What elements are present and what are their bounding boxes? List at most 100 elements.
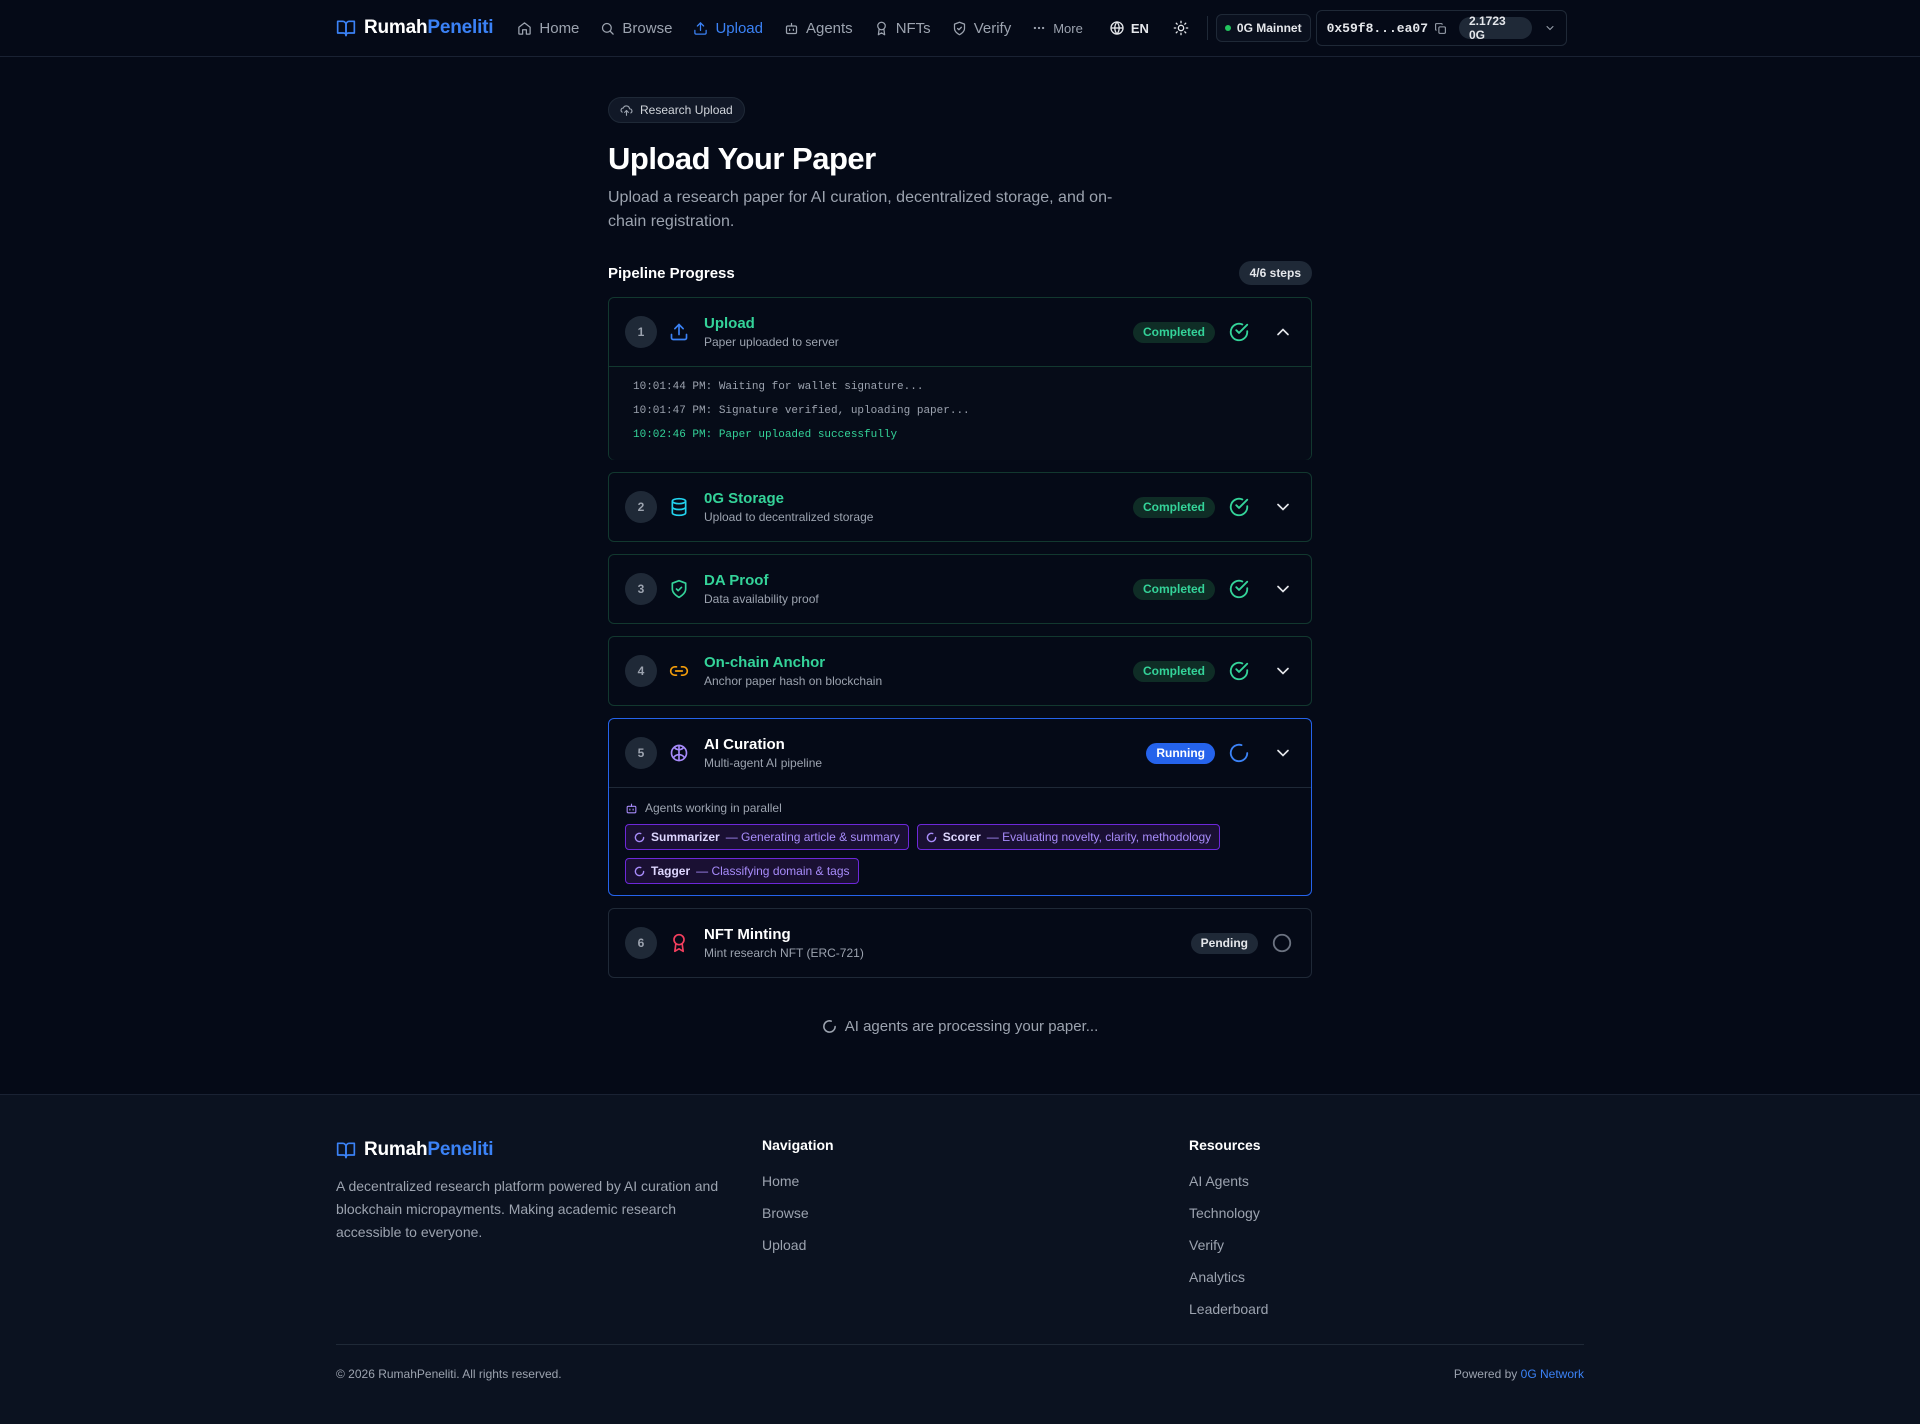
spinner-icon (634, 866, 645, 877)
nav-browse[interactable]: Browse (600, 20, 672, 37)
check-circle-icon (1228, 496, 1250, 518)
step-ai-curation-header[interactable]: 5 AI Curation Multi-agent AI pipeline Ru… (609, 719, 1311, 787)
footer-copyright: © 2026 RumahPeneliti. All rights reserve… (336, 1367, 562, 1381)
step-description: Paper uploaded to server (704, 334, 839, 349)
chevron-down-icon[interactable] (1273, 579, 1293, 599)
footer-description: A decentralized research platform powere… (336, 1178, 719, 1240)
step-title: On-chain Anchor (704, 653, 826, 671)
footer-link-leaderboard[interactable]: Leaderboard (1189, 1299, 1268, 1319)
footer-brand-part-1: Rumah (364, 1139, 428, 1160)
footer-navigation: Navigation Home Browse Upload (762, 1137, 834, 1255)
footer-link-technology[interactable]: Technology (1189, 1203, 1268, 1223)
log-line: 10:01:44 PM: Waiting for wallet signatur… (633, 381, 924, 393)
link-icon (669, 661, 689, 681)
step-nft-minting-header[interactable]: 6 NFT Minting Mint research NFT (ERC-721… (609, 909, 1311, 977)
award-icon (669, 933, 689, 953)
footer-brand[interactable]: RumahPeneliti (336, 1139, 494, 1161)
footer-powered-by: Powered by 0G Network (1454, 1367, 1584, 1381)
book-open-icon (336, 1140, 356, 1160)
language-switcher[interactable]: EN (1109, 20, 1149, 36)
copy-icon[interactable] (1434, 22, 1447, 35)
page-title: Upload Your Paper (608, 141, 876, 176)
agent-name: Tagger (651, 864, 691, 878)
nav-agents[interactable]: Agents (784, 20, 853, 37)
log-line: 10:01:47 PM: Signature verified, uploadi… (633, 405, 970, 417)
search-icon (600, 21, 615, 36)
step-description: Upload to decentralized storage (704, 509, 874, 524)
brand-name-part-2: Peneliti (427, 17, 494, 38)
agents-panel: Agents working in parallel Summarizer — … (609, 787, 1311, 896)
step-number: 6 (625, 927, 657, 959)
nav-more-label: More (1053, 20, 1083, 36)
spinner-icon (822, 1019, 837, 1034)
step-number: 4 (625, 655, 657, 687)
step-number: 2 (625, 491, 657, 523)
step-da-proof-header[interactable]: 3 DA Proof Data availability proof Compl… (609, 555, 1311, 623)
check-circle-icon (1228, 578, 1250, 600)
step-upload-header[interactable]: 1 Upload Paper uploaded to server Comple… (609, 298, 1311, 366)
pipeline-title: Pipeline Progress (608, 264, 735, 282)
footer-resources: Resources AI Agents Technology Verify An… (1189, 1137, 1268, 1319)
footer-link-home[interactable]: Home (762, 1171, 834, 1191)
footer-link-verify[interactable]: Verify (1189, 1235, 1268, 1255)
footer-link-upload[interactable]: Upload (762, 1235, 834, 1255)
step-nft-minting: 6 NFT Minting Mint research NFT (ERC-721… (608, 908, 1312, 978)
section-chip-label: Research Upload (640, 103, 733, 117)
brain-icon (669, 743, 689, 763)
agents-label: Agents working in parallel (625, 800, 1295, 816)
main-nav: Home Browse Upload Agents NFTs Verify Mo… (517, 20, 1083, 37)
site-footer: RumahPeneliti A decentralized research p… (0, 1094, 1920, 1424)
book-open-icon (336, 18, 356, 38)
step-upload: 1 Upload Paper uploaded to server Comple… (608, 297, 1312, 460)
status-badge: Pending (1190, 932, 1258, 954)
agent-name: Scorer (942, 830, 981, 844)
step-upload-log: 10:01:44 PM: Waiting for wallet signatur… (609, 366, 1311, 460)
spinner-icon (1228, 742, 1250, 764)
footer-link-analytics[interactable]: Analytics (1189, 1267, 1268, 1287)
brand-logo[interactable]: RumahPeneliti (336, 17, 494, 39)
agent-task: — Classifying domain & tags (696, 864, 850, 878)
step-0g-storage-header[interactable]: 2 0G Storage Upload to decentralized sto… (609, 473, 1311, 541)
footer-link-ai-agents[interactable]: AI Agents (1189, 1171, 1268, 1191)
nav-more[interactable]: More (1032, 21, 1083, 36)
agent-name: Summarizer (651, 830, 720, 844)
step-title: AI Curation (704, 735, 785, 753)
step-ai-curation: 5 AI Curation Multi-agent AI pipeline Ru… (608, 718, 1312, 896)
nav-home[interactable]: Home (517, 20, 579, 37)
step-on-chain-anchor-header[interactable]: 4 On-chain Anchor Anchor paper hash on b… (609, 637, 1311, 705)
upload-main: Research Upload Upload Your Paper Upload… (608, 97, 1312, 1035)
bot-icon (625, 802, 638, 815)
step-on-chain-anchor: 4 On-chain Anchor Anchor paper hash on b… (608, 636, 1312, 706)
spinner-icon (634, 832, 645, 843)
wallet-button[interactable]: 0x59f8...ea07 2.1723 0G (1315, 10, 1567, 46)
chevron-down-icon[interactable] (1273, 497, 1293, 517)
nav-nfts[interactable]: NFTs (874, 20, 931, 37)
upload-icon (669, 322, 689, 342)
nav-browse-label: Browse (622, 19, 673, 37)
home-icon (517, 21, 532, 36)
step-description: Anchor paper hash on blockchain (704, 673, 883, 688)
chevron-down-icon[interactable] (1273, 743, 1293, 763)
step-0g-storage: 2 0G Storage Upload to decentralized sto… (608, 472, 1312, 542)
sun-icon (1173, 20, 1189, 36)
footer-link-browse[interactable]: Browse (762, 1203, 834, 1223)
award-icon (874, 21, 889, 36)
status-badge: Running (1146, 742, 1215, 764)
step-title: 0G Storage (704, 489, 785, 507)
section-chip: Research Upload (608, 97, 745, 123)
status-badge: Completed (1132, 578, 1215, 600)
nav-verify[interactable]: Verify (952, 20, 1011, 37)
powered-by-link[interactable]: 0G Network (1521, 1367, 1584, 1381)
footer-brand-part-2: Peneliti (427, 1139, 494, 1160)
footer-nav-title: Navigation (762, 1137, 834, 1153)
theme-toggle[interactable] (1173, 20, 1189, 36)
brand-name-part-1: Rumah (364, 17, 428, 38)
check-circle-icon (1228, 321, 1250, 343)
chevron-up-icon[interactable] (1273, 322, 1293, 342)
pipeline-step-count: 4/6 steps (1238, 261, 1312, 285)
pipeline-header: Pipeline Progress 4/6 steps (608, 261, 1312, 285)
chevron-down-icon[interactable] (1273, 661, 1293, 681)
step-description: Data availability proof (704, 591, 819, 606)
nav-upload[interactable]: Upload (693, 20, 763, 37)
network-badge[interactable]: 0G Mainnet (1215, 14, 1311, 42)
